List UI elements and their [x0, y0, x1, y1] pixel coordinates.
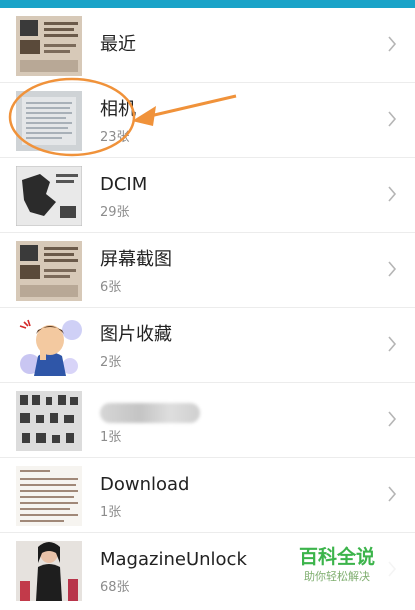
album-list: 最近 相机 23张 DCIM 29张 屏幕截图 6张 图片收藏 2张 1张 Do… [0, 8, 415, 608]
chevron-right-icon [388, 261, 397, 277]
album-thumbnail [16, 241, 82, 301]
album-name: 最近 [100, 34, 136, 55]
album-count: 1张 [100, 505, 122, 520]
album-thumbnail [16, 316, 82, 376]
album-name-redacted [100, 403, 200, 423]
album-thumbnail [16, 166, 82, 226]
album-count: 6张 [100, 280, 122, 295]
watermark-logo: 百科全说 助你轻松解决 [290, 540, 396, 588]
album-count: 2张 [100, 355, 122, 370]
chevron-right-icon [388, 186, 397, 202]
album-name: DCIM [100, 174, 148, 195]
album-thumbnail [16, 391, 82, 451]
album-count: 1张 [100, 430, 122, 445]
album-name: MagazineUnlock [100, 549, 247, 570]
watermark-subtitle: 助你轻松解决 [304, 570, 370, 583]
chevron-right-icon [388, 111, 397, 127]
status-bar-accent [0, 0, 415, 8]
album-name: 屏幕截图 [100, 249, 172, 270]
album-thumbnail [16, 16, 82, 76]
album-count: 29张 [100, 205, 130, 220]
album-item-dcim[interactable]: DCIM 29张 [0, 158, 415, 233]
album-item-favorites[interactable]: 图片收藏 2张 [0, 308, 415, 383]
chevron-right-icon [388, 336, 397, 352]
album-item-camera[interactable]: 相机 23张 [0, 83, 415, 158]
album-item-download[interactable]: Download 1张 [0, 458, 415, 533]
album-item-screenshots[interactable]: 屏幕截图 6张 [0, 233, 415, 308]
album-name: 图片收藏 [100, 324, 172, 345]
album-name: 相机 [100, 99, 136, 120]
chevron-right-icon [388, 411, 397, 427]
album-count: 68张 [100, 580, 130, 595]
album-item-recent[interactable]: 最近 [0, 8, 415, 83]
chevron-right-icon [388, 486, 397, 502]
album-thumbnail [16, 466, 82, 526]
chevron-right-icon [388, 36, 397, 52]
album-thumbnail [16, 541, 82, 601]
album-name: Download [100, 474, 190, 495]
album-item-hidden[interactable]: 1张 [0, 383, 415, 458]
album-thumbnail [16, 91, 82, 151]
watermark-title: 百科全说 [299, 546, 376, 568]
album-count: 23张 [100, 130, 130, 145]
